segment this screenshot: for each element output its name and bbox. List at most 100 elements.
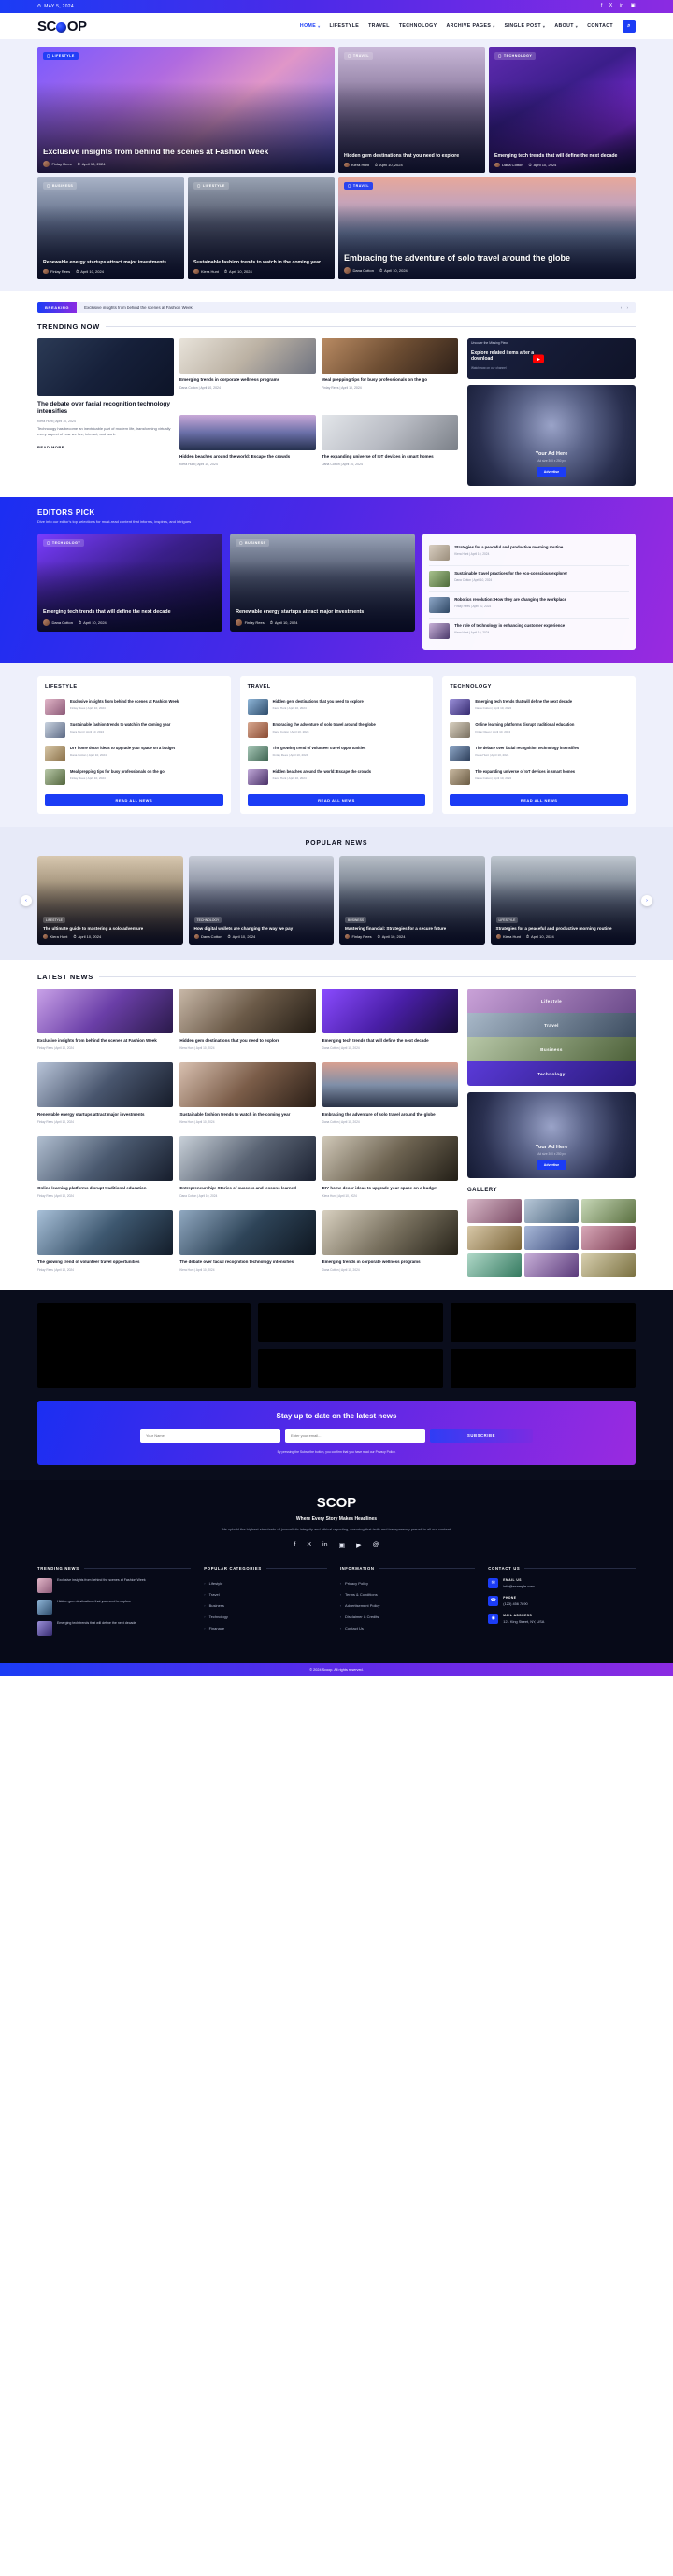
promo-banner-small[interactable] xyxy=(258,1303,443,1342)
ad-placeholder[interactable]: Your Ad Here Ad size 300 x 250 px Advert… xyxy=(467,1092,636,1178)
hero-card-travel-wide[interactable]: ▢TRAVEL Embracing the adventure of solo … xyxy=(338,177,636,279)
editors-card-business[interactable]: ▢BUSINESS Renewable energy startups attr… xyxy=(230,534,415,632)
latest-news-card[interactable]: Entrepreneurship: Stories of success and… xyxy=(179,1136,315,1203)
list-item[interactable]: Emerging tech trends that will define th… xyxy=(450,695,628,719)
footer-link-lifestyle[interactable]: ›Lifestyle xyxy=(204,1578,326,1589)
gallery-image[interactable] xyxy=(467,1199,522,1223)
email-input[interactable] xyxy=(285,1429,425,1443)
category-badge[interactable]: ▢LIFESTYLE xyxy=(43,52,79,60)
hero-card-business[interactable]: ▢BUSINESS Renewable energy startups attr… xyxy=(37,177,184,279)
category-badge[interactable]: ▢TRAVEL xyxy=(344,182,373,190)
subscribe-button[interactable]: SUBSCRIBE xyxy=(430,1429,533,1443)
instagram-icon[interactable]: ▣ xyxy=(631,4,637,9)
latest-news-card[interactable]: The debate over facial recognition techn… xyxy=(179,1210,315,1277)
footer-link-terms[interactable]: ›Terms & Conditions xyxy=(340,1589,476,1601)
list-item[interactable]: The expanding universe of IoT devices in… xyxy=(450,765,628,789)
nav-item-travel[interactable]: TRAVEL xyxy=(368,23,390,29)
latest-news-card[interactable]: Renewable energy startups attract major … xyxy=(37,1062,173,1130)
facebook-icon[interactable]: f xyxy=(294,1542,295,1549)
play-icon[interactable] xyxy=(533,355,544,363)
trending-item[interactable]: Hidden beaches around the world: Escape … xyxy=(179,415,316,486)
sidebar-category-lifestyle[interactable]: Lifestyle xyxy=(467,989,636,1013)
contact-row-address[interactable]: ◉ MAIL ADDRESS121 King Street, NY, USA xyxy=(488,1614,636,1624)
nav-item-technology[interactable]: TECHNOLOGY xyxy=(399,23,437,29)
threads-icon[interactable]: @ xyxy=(372,1542,379,1549)
latest-news-card[interactable]: DIY home decor ideas to upgrade your spa… xyxy=(322,1136,458,1203)
linkedin-icon[interactable]: in xyxy=(620,4,624,9)
sidebar-category-travel[interactable]: Travel xyxy=(467,1013,636,1037)
main-navigation[interactable]: HOME▾ LIFESTYLE TRAVEL TECHNOLOGY ARCHIV… xyxy=(300,20,636,33)
list-item[interactable]: Sustainable fashion trends to watch in t… xyxy=(45,719,223,742)
sidebar-category-technology[interactable]: Technology xyxy=(467,1061,636,1086)
trending-lead-article[interactable]: The debate over facial recognition techn… xyxy=(37,338,174,486)
category-badge[interactable]: LIFESTYLE xyxy=(43,917,65,923)
category-badge[interactable]: ▢TECHNOLOGY xyxy=(43,539,84,547)
nav-item-single-post[interactable]: SINGLE POST▾ xyxy=(505,23,546,29)
carousel-next-button[interactable]: › xyxy=(641,895,652,906)
latest-news-card[interactable]: Hidden gem destinations that you need to… xyxy=(179,989,315,1056)
carousel-prev-button[interactable]: ‹ xyxy=(21,895,32,906)
trending-item[interactable]: Emerging trends in corporate wellness pr… xyxy=(179,338,316,409)
read-all-news-button[interactable]: READ ALL NEWS xyxy=(248,794,426,806)
newsletter-form[interactable]: SUBSCRIBE xyxy=(49,1429,624,1443)
instagram-icon[interactable]: ▣ xyxy=(338,1542,345,1549)
list-item[interactable]: The role of technology in enhancing cust… xyxy=(429,619,629,644)
footer-link-technology[interactable]: ›Technology xyxy=(204,1612,326,1623)
popular-card[interactable]: BUSINESS Mastering financial: Strategies… xyxy=(339,856,485,945)
footer-link-advertisement-policy[interactable]: ›Advertisement Policy xyxy=(340,1601,476,1612)
read-all-news-button[interactable]: READ ALL NEWS xyxy=(450,794,628,806)
list-item[interactable]: The debate over facial recognition techn… xyxy=(450,742,628,765)
category-badge[interactable]: TECHNOLOGY xyxy=(194,917,222,923)
contact-row-phone[interactable]: ☎ PHONE(123) 456 7890 xyxy=(488,1596,636,1606)
gallery-image[interactable] xyxy=(524,1226,579,1250)
sidebar-category-business[interactable]: Business xyxy=(467,1037,636,1061)
nav-item-home[interactable]: HOME▾ xyxy=(300,23,321,29)
name-input[interactable] xyxy=(140,1429,280,1443)
hero-card-lifestyle-2[interactable]: ▢LIFESTYLE Sustainable fashion trends to… xyxy=(188,177,335,279)
list-item[interactable]: Hidden beaches around the world: Escape … xyxy=(248,765,426,789)
footer-social-links[interactable]: f X in ▣ ▶ @ xyxy=(37,1542,636,1549)
breaking-news-bar[interactable]: BREAKING Exclusive insights from behind … xyxy=(37,302,636,313)
latest-news-card[interactable]: Exclusive insights from behind the scene… xyxy=(37,989,173,1056)
list-item[interactable]: Emerging tech trends that will define th… xyxy=(37,1621,191,1636)
category-badge[interactable]: ▢TRAVEL xyxy=(344,52,373,60)
category-badge[interactable]: ▢LIFESTYLE xyxy=(193,182,229,190)
list-item[interactable]: Exclusive insights from behind the scene… xyxy=(37,1578,191,1593)
latest-news-card[interactable]: Embracing the adventure of solo travel a… xyxy=(322,1062,458,1130)
list-item[interactable]: Robotics revolution: How they are changi… xyxy=(429,592,629,619)
gallery-image[interactable] xyxy=(467,1226,522,1250)
trending-item[interactable]: The expanding universe of IoT devices in… xyxy=(322,415,458,486)
list-item[interactable]: Meal prepping tips for busy professional… xyxy=(45,765,223,789)
popular-card[interactable]: LIFESTYLE Strategies for a peaceful and … xyxy=(491,856,637,945)
latest-news-card[interactable]: The growing trend of volunteer travel op… xyxy=(37,1210,173,1277)
breaking-nav-arrows[interactable]: ‹ › xyxy=(621,306,636,310)
nav-item-lifestyle[interactable]: LIFESTYLE xyxy=(330,23,360,29)
list-item[interactable]: Strategies for a peaceful and productive… xyxy=(429,540,629,566)
category-badge[interactable]: LIFESTYLE xyxy=(496,917,519,923)
hero-card-travel[interactable]: ▢TRAVEL Hidden gem destinations that you… xyxy=(338,47,485,173)
read-all-news-button[interactable]: READ ALL NEWS xyxy=(45,794,223,806)
gallery-image[interactable] xyxy=(467,1253,522,1277)
hero-card-featured[interactable]: ▢LIFESTYLE Exclusive insights from behin… xyxy=(37,47,335,173)
nav-item-contact[interactable]: CONTACT xyxy=(587,23,613,29)
promo-banner-large[interactable] xyxy=(37,1303,251,1388)
list-item[interactable]: Online learning platforms disrupt tradit… xyxy=(450,719,628,742)
gallery-image[interactable] xyxy=(524,1253,579,1277)
read-more-link[interactable]: READ MORE... xyxy=(37,445,69,449)
top-bar-social-links[interactable]: f X in ▣ xyxy=(601,4,636,9)
hero-card-technology[interactable]: ▢TECHNOLOGY Emerging tech trends that wi… xyxy=(489,47,636,173)
ad-placeholder[interactable]: Your Ad Here Ad size 300 x 250 px Advert… xyxy=(467,385,636,486)
footer-link-contact-us[interactable]: ›Contact Us xyxy=(340,1623,476,1634)
latest-news-card[interactable]: Emerging tech trends that will define th… xyxy=(322,989,458,1056)
gallery-image[interactable] xyxy=(581,1199,636,1223)
youtube-icon[interactable]: ▶ xyxy=(356,1542,361,1549)
advertise-button[interactable]: Advertise xyxy=(537,467,566,477)
gallery-image[interactable] xyxy=(524,1199,579,1223)
breaking-headline[interactable]: Exclusive insights from behind the scene… xyxy=(77,306,621,310)
search-button[interactable]: ⌕ xyxy=(623,20,636,33)
latest-news-card[interactable]: Online learning platforms disrupt tradit… xyxy=(37,1136,173,1203)
linkedin-icon[interactable]: in xyxy=(322,1542,327,1549)
trending-item[interactable]: Meal prepping tips for busy professional… xyxy=(322,338,458,409)
category-badge[interactable]: ▢TECHNOLOGY xyxy=(494,52,536,60)
twitter-x-icon[interactable]: X xyxy=(609,4,613,9)
